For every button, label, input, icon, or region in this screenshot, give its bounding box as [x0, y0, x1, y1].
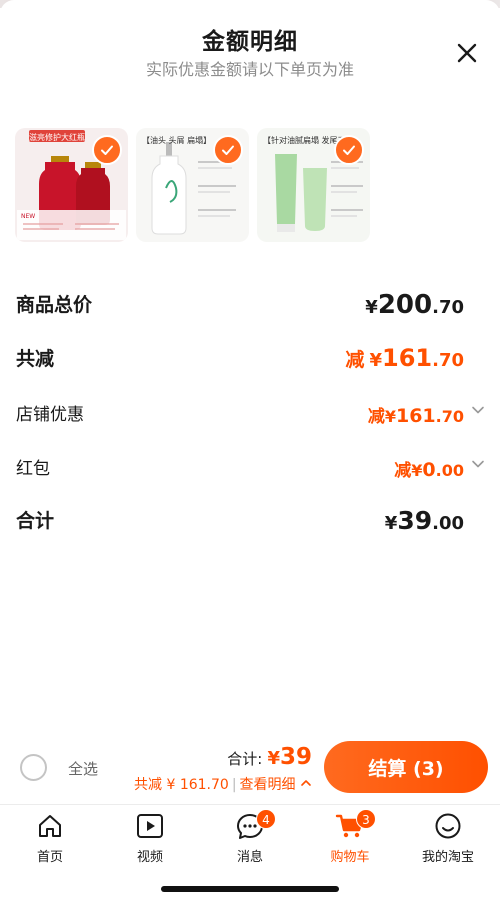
- bar-discount: 共减 ¥ 161.70 | 查看明细: [134, 774, 312, 794]
- sum-label: 合计: [16, 510, 55, 532]
- goods-total-label: 商品总价: [16, 294, 93, 316]
- product-thumbnails: NEW 滋亮修护大红瓶 【油头 头屑 扁塌】 【针对油腻扁塌 发尾干: [15, 128, 375, 244]
- tab-label: 购物车: [330, 850, 370, 865]
- goods-total-row: 商品总价 ¥200.70: [16, 290, 484, 324]
- amount-detail-sheet: 金额明细 实际优惠金额请以下单页为准 NEW 滋亮修护大红瓶 【油头 头屑 扁塌…: [0, 0, 500, 902]
- red-packet-row[interactable]: 红包 减¥0.00: [16, 454, 484, 488]
- checkout-button[interactable]: 结算 (3): [324, 741, 488, 793]
- home-indicator: [161, 886, 339, 892]
- shop-discount-label: 店铺优惠: [16, 405, 84, 425]
- product-tag: 【油头 头屑 扁塌】: [142, 136, 212, 145]
- profile-icon: [435, 813, 461, 839]
- message-badge: 4: [256, 809, 276, 829]
- red-packet-value: 减¥0.00: [394, 459, 464, 481]
- product-tag: 【针对油腻扁塌 发尾干: [263, 136, 346, 145]
- total-reduce-label: 共减: [16, 348, 55, 370]
- tab-my-taobao[interactable]: 我的淘宝: [408, 811, 488, 865]
- sum-row: 合计 ¥39.00: [16, 506, 484, 540]
- select-all-label[interactable]: 全选: [68, 758, 98, 779]
- product-thumb-green-tube[interactable]: 【针对油腻扁塌 发尾干: [257, 128, 370, 242]
- view-detail-link[interactable]: 查看明细: [240, 777, 296, 793]
- total-reduce-row: 共减 减 ¥161.70: [16, 344, 484, 378]
- tab-label: 我的淘宝: [421, 850, 474, 865]
- sum-value: ¥39.00: [384, 506, 464, 535]
- selected-check: [92, 135, 122, 165]
- bar-discount-text: 共减 ¥ 161.70: [134, 777, 229, 793]
- sheet-subtitle: 实际优惠金额请以下单页为准: [145, 60, 354, 79]
- close-icon: [457, 43, 477, 63]
- shop-discount-value: 减¥161.70: [367, 405, 464, 427]
- svg-text:NEW: NEW: [21, 213, 35, 220]
- close-button[interactable]: [452, 38, 482, 68]
- checkmark-icon: [222, 145, 234, 155]
- tab-home[interactable]: 首页: [10, 811, 90, 865]
- tab-video[interactable]: 视频: [110, 811, 190, 865]
- shop-discount-row[interactable]: 店铺优惠 减¥161.70: [16, 400, 484, 434]
- goods-total-value: ¥200.70: [365, 290, 464, 320]
- bar-total-value: 39: [279, 744, 312, 770]
- tab-messages[interactable]: 4 消息: [210, 809, 290, 865]
- product-thumb-red-bottles[interactable]: NEW 滋亮修护大红瓶: [15, 128, 128, 242]
- select-all-radio[interactable]: [20, 754, 47, 781]
- chevron-down-icon[interactable]: [470, 456, 486, 472]
- product-tag: 滋亮修护大红瓶: [29, 133, 85, 142]
- home-icon: [39, 815, 61, 837]
- product-thumb-white-bottle[interactable]: 【油头 头屑 扁塌】: [136, 128, 249, 242]
- sheet-title: 金额明细: [202, 29, 298, 55]
- selected-check: [213, 135, 243, 165]
- tab-label: 视频: [136, 850, 163, 865]
- checkmark-icon: [343, 145, 355, 155]
- tab-label: 消息: [236, 850, 263, 865]
- checkmark-icon: [101, 145, 113, 155]
- video-icon: [137, 814, 163, 838]
- tab-cart[interactable]: 3 购物车: [310, 809, 390, 865]
- tab-label: 首页: [36, 850, 63, 865]
- total-reduce-value: 减 ¥161.70: [345, 344, 464, 372]
- cart-badge: 3: [356, 809, 376, 829]
- bar-total-currency: ¥: [267, 748, 280, 769]
- bar-total-label: 合计:: [227, 750, 263, 768]
- red-packet-label: 红包: [16, 459, 50, 479]
- bar-total: 合计: ¥39: [227, 744, 312, 770]
- chevron-down-icon[interactable]: [470, 402, 486, 418]
- chevron-up-icon[interactable]: [300, 778, 312, 788]
- selected-check: [334, 135, 364, 165]
